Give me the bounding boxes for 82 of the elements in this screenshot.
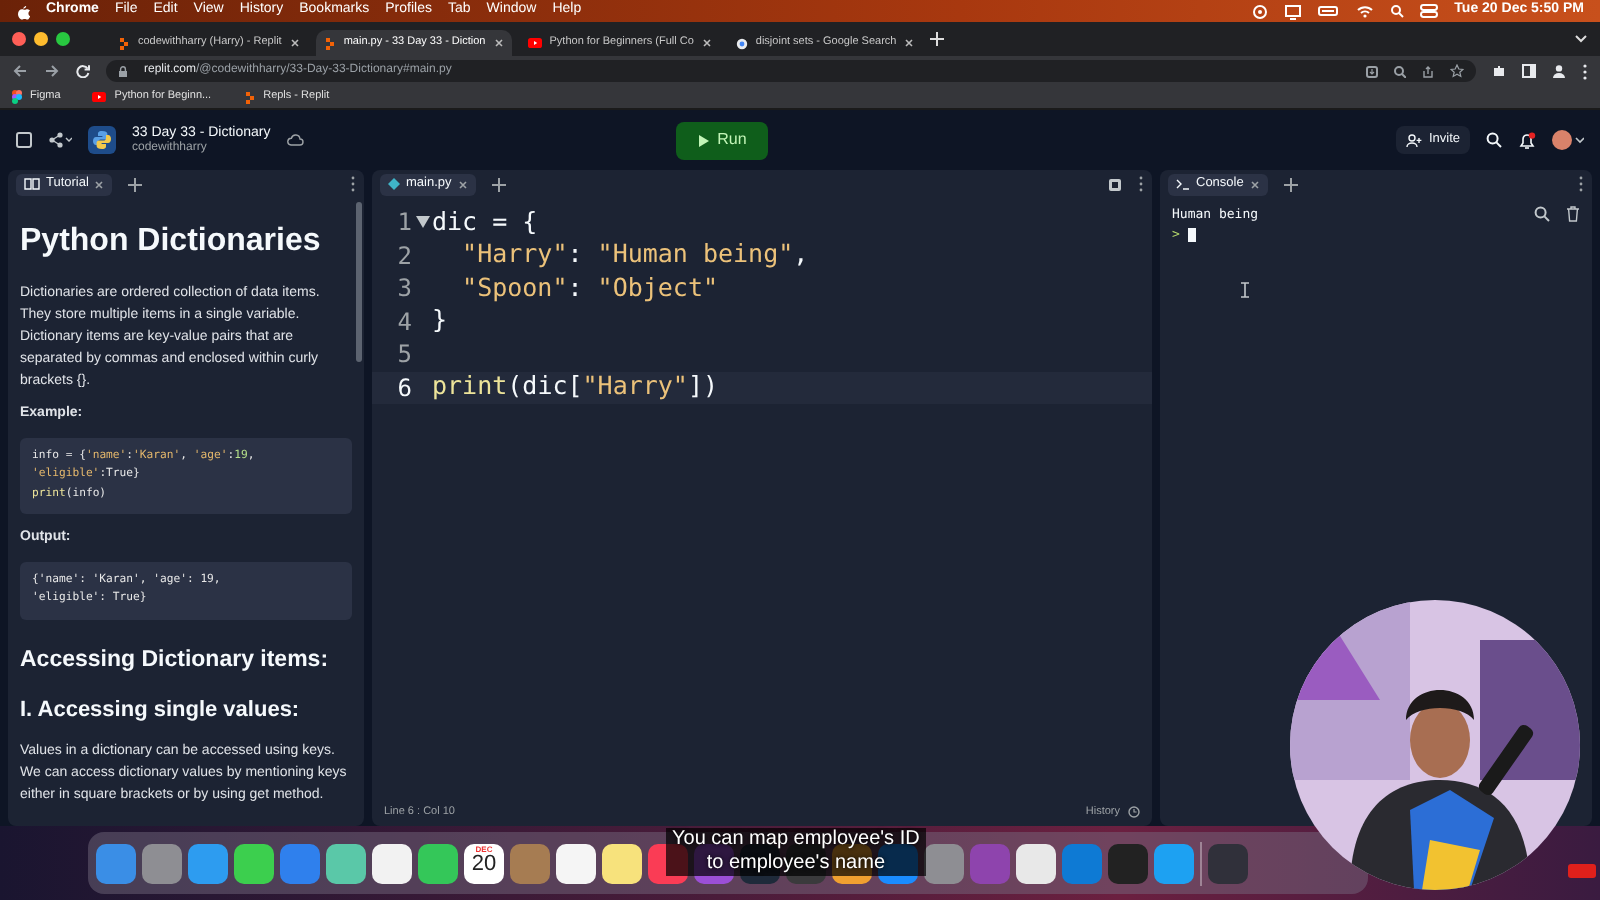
calendar-day: 20 [471,853,497,875]
camera-icon [1252,3,1269,19]
code-line: } [432,302,448,339]
fold-arrow-icon[interactable] [415,216,429,229]
play-icon [92,92,107,102]
line-number: 3 [395,272,412,307]
replit-icon [243,91,256,103]
text-cursor-icon [1240,282,1250,298]
lock-icon [118,65,128,77]
sidebar-toggle-icon[interactable] [16,132,32,148]
line-number: 2 [395,239,412,274]
more-icon[interactable] [1138,176,1144,192]
close-icon[interactable] [289,38,300,48]
app-icon[interactable] [1016,843,1056,883]
play-icon [527,38,542,48]
play-icon [697,133,710,147]
more-icon[interactable] [1582,63,1588,79]
code-line: print(dic["Harry"]) [432,368,719,405]
close-icon [457,179,468,189]
book-icon [24,178,40,190]
more-icon[interactable] [350,176,356,192]
scrollbar[interactable] [356,202,362,362]
control-center-icon [1420,4,1439,18]
puzzle-icon[interactable] [1492,64,1506,78]
replit-icon [118,37,130,49]
forward-icon[interactable] [44,64,60,78]
code-line: "Harry": "Human being", [460,236,809,273]
add-tab-icon[interactable] [491,177,506,191]
line-number: 4 [395,305,412,340]
close-icon [94,179,105,189]
zoom-icon[interactable] [1394,65,1406,77]
file-diamond-icon [388,178,400,190]
terminal-icon [1176,178,1190,190]
layout-icon[interactable] [1108,177,1122,191]
clock-icon [1128,806,1140,818]
battery-icon [1318,4,1341,18]
app-icon[interactable] [372,843,412,883]
display-icon [1284,3,1303,19]
run-button[interactable]: Run [676,121,768,159]
close-icon[interactable] [701,38,712,48]
add-user-icon [1406,133,1423,147]
app-icon[interactable] [556,843,596,883]
globe-icon [735,37,748,49]
profile-icon[interactable] [1552,64,1566,78]
more-icon[interactable] [1578,176,1584,192]
search-icon [1390,4,1405,18]
apple-icon [16,3,30,19]
figma-icon [12,90,22,104]
cloud-icon [286,134,305,146]
wifi-icon [1356,4,1375,18]
search-icon[interactable] [1534,206,1550,222]
code-line: dic = { [432,203,538,240]
close-icon [1249,179,1260,189]
avatar-icon[interactable] [1552,130,1584,150]
tutorial-heading: Python Dictionaries [20,222,323,262]
subtitle-overlay: You can map employee's ID [666,828,926,852]
section-heading: Accessing Dictionary items: [20,645,331,675]
line-number: 5 [395,338,412,373]
star-icon[interactable] [1450,64,1464,78]
add-tab-icon[interactable] [1283,177,1298,191]
close-icon[interactable] [493,38,504,48]
install-icon[interactable] [1366,65,1378,77]
share-icon[interactable] [1422,65,1434,77]
python-logo-icon[interactable] [88,126,116,154]
new-tab-icon[interactable] [930,32,945,46]
back-icon[interactable] [12,64,28,78]
add-tab-icon[interactable] [128,177,143,191]
bell-icon[interactable] [1518,131,1536,149]
app-icon[interactable] [602,843,642,883]
close-icon[interactable] [904,38,915,48]
text-caret [1187,228,1196,243]
trash-icon[interactable] [1566,206,1580,222]
subtitle-overlay: to employee's name [666,852,926,876]
line-number: 6 [395,371,412,406]
replit-icon [323,37,336,49]
code-line: "Spoon": "Object" [460,269,718,306]
share-nodes-icon[interactable] [48,132,72,148]
reload-icon[interactable] [76,64,90,78]
side-panel-icon[interactable] [1522,64,1536,78]
chevron-down-icon[interactable] [1574,34,1588,44]
line-number: 1 [395,206,412,241]
subsection-heading: I. Accessing single values: [20,695,302,726]
